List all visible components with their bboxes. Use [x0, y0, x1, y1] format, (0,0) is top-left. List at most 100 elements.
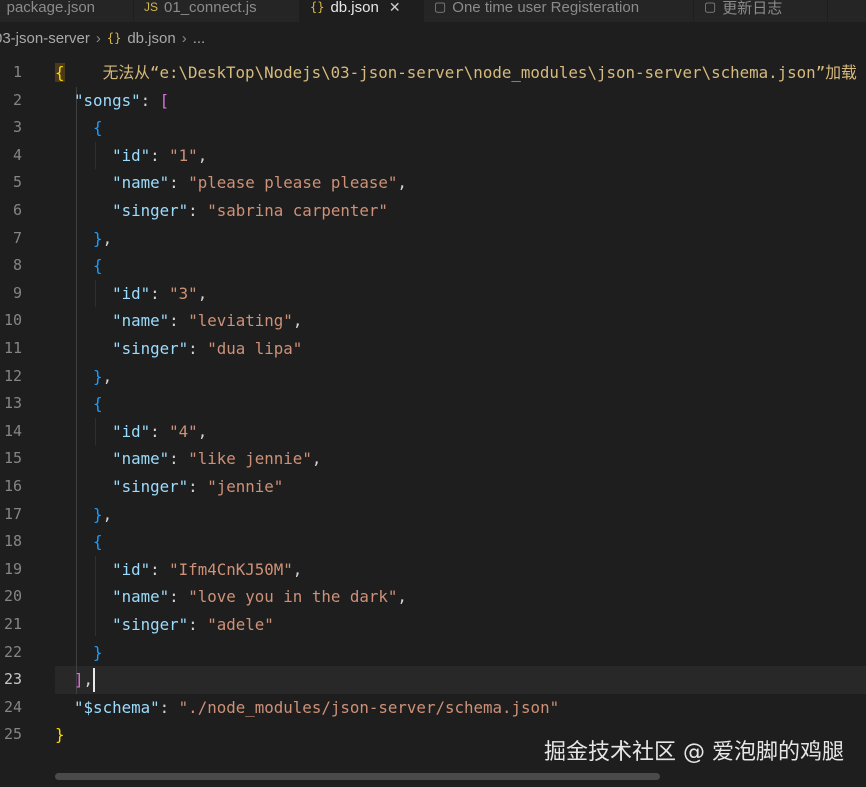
code-token: {: [93, 394, 103, 414]
breadcrumb-more[interactable]: ...: [193, 30, 206, 47]
schema-load-warning: 无法从“e:\DeskTop\Nodejs\03-json-server\nod…: [102, 63, 857, 82]
tab-01-connect-js[interactable]: JS 01_connect.js: [134, 0, 300, 22]
code-token: :: [150, 283, 170, 303]
line-number: 13: [3, 394, 22, 413]
code-text: "id": "4",: [55, 418, 207, 446]
line-number: 5: [12, 173, 22, 192]
code-line[interactable]: 13 {: [0, 390, 866, 418]
code-token: ,: [102, 228, 113, 248]
line-number: 1: [12, 63, 22, 81]
code-token: "name": [112, 311, 170, 331]
code-token: "3": [169, 283, 198, 303]
line-number: 15: [3, 449, 22, 468]
chevron-right-icon: ›: [95, 29, 101, 47]
line-number: 14: [3, 421, 22, 440]
line-number: 8: [12, 256, 22, 275]
code-token: }: [55, 725, 65, 745]
code-token: "id": [112, 283, 151, 303]
code-line[interactable]: 17 },: [0, 501, 866, 529]
code-line[interactable]: 19 "id": "Ifm4CnKJ50M",: [0, 556, 866, 584]
code-line[interactable]: 12 },: [0, 363, 866, 391]
tab-changelog[interactable]: ▢ 更新日志: [694, 0, 828, 22]
code-token: "singer": [112, 477, 189, 496]
tab-db-json[interactable]: {} db.json ✕: [300, 0, 424, 22]
code-token: "like jennie": [188, 449, 312, 469]
code-token: "love you in the dark": [188, 587, 398, 607]
code-text: }: [55, 721, 65, 749]
code-line[interactable]: 5 "name": "please please please",: [0, 169, 866, 197]
code-line[interactable]: 4 "id": "1",: [0, 142, 866, 170]
code-line[interactable]: 6 "singer": "sabrina carpenter": [0, 197, 866, 225]
code-token: "Ifm4CnKJ50M": [169, 559, 293, 579]
tab-registration[interactable]: ▢ One time user Registeration: [424, 0, 694, 22]
code-text: "singer": "jennie": [55, 473, 283, 501]
line-number: 16: [3, 477, 22, 495]
code-token: "singer": [112, 339, 189, 358]
code-line[interactable]: 8 {: [0, 252, 866, 280]
code-text: {: [55, 390, 103, 418]
code-token: :: [150, 421, 170, 441]
watermark: 掘金技术社区 @ 爱泡脚的鸡腿: [544, 740, 844, 765]
code-line[interactable]: 1 { 无法从“e:\DeskTop\Nodejs\03-json-server\…: [0, 59, 866, 87]
code-line[interactable]: 21 "singer": "adele": [0, 611, 866, 639]
tab-label: 更新日志: [722, 0, 783, 17]
line-number: 18: [3, 532, 22, 551]
line-number: 11: [3, 339, 22, 357]
code-line[interactable]: 23 ],: [0, 666, 866, 694]
line-number: 4: [12, 145, 22, 164]
code-token: :: [188, 477, 208, 496]
code-line[interactable]: 10 "name": "leviating",: [0, 307, 866, 335]
code-token: "name": [112, 587, 170, 607]
tab-package-json[interactable]: ▪ package.json: [0, 0, 134, 22]
code-text: ],: [55, 666, 93, 694]
code-editor[interactable]: 1 { 无法从“e:\DeskTop\Nodejs\03-json-server\…: [0, 59, 866, 759]
code-line[interactable]: 18 {: [0, 528, 866, 556]
code-line[interactable]: 3 {: [0, 114, 866, 142]
tab-bar: ▪ package.json JS 01_connect.js {} db.js…: [0, 0, 866, 22]
code-line[interactable]: 22 }: [0, 639, 866, 667]
line-number: 7: [12, 228, 22, 247]
code-token: {: [55, 63, 65, 82]
code-line[interactable]: 2 "songs": [: [0, 87, 866, 115]
code-line[interactable]: 11 "singer": "dua lipa": [0, 335, 866, 363]
code-token: "1": [169, 145, 198, 165]
json-icon: ▪: [0, 0, 1, 15]
code-line[interactable]: 24 "$schema": "./node_modules/json-serve…: [0, 694, 866, 722]
code-line[interactable]: 14 "id": "4",: [0, 418, 866, 446]
code-token: ]: [74, 670, 84, 690]
horizontal-scrollbar[interactable]: [55, 773, 660, 780]
code-line[interactable]: 9 "id": "3",: [0, 280, 866, 308]
code-token: :: [140, 90, 160, 110]
code-token: "please please please": [188, 173, 398, 193]
code-token: }: [93, 366, 103, 386]
code-line[interactable]: 15 "name": "like jennie",: [0, 445, 866, 473]
code-line[interactable]: 16 "singer": "jennie": [0, 473, 866, 501]
code-token: "dua lipa": [207, 339, 303, 358]
code-line[interactable]: 20 "name": "love you in the dark",: [0, 583, 866, 611]
code-token: "sabrina carpenter": [207, 201, 388, 220]
tab-label: One time user Registeration: [452, 0, 640, 16]
tab-label: db.json: [330, 0, 379, 16]
code-token: ,: [197, 421, 208, 441]
breadcrumb-file[interactable]: db.json: [127, 30, 175, 47]
line-number: 19: [3, 559, 22, 578]
line-number: 10: [3, 311, 22, 330]
code-line[interactable]: 7 },: [0, 225, 866, 253]
tab-label: 01_connect.js: [164, 0, 257, 16]
code-text: {: [55, 252, 103, 280]
code-text: "singer": "dua lipa": [55, 335, 302, 363]
code-token: "name": [112, 449, 170, 469]
code-text: "name": "love you in the dark",: [55, 583, 407, 611]
close-icon[interactable]: ✕: [389, 0, 401, 16]
code-token: "leviating": [188, 311, 293, 331]
breadcrumb-folder[interactable]: 03-json-server: [0, 30, 90, 47]
